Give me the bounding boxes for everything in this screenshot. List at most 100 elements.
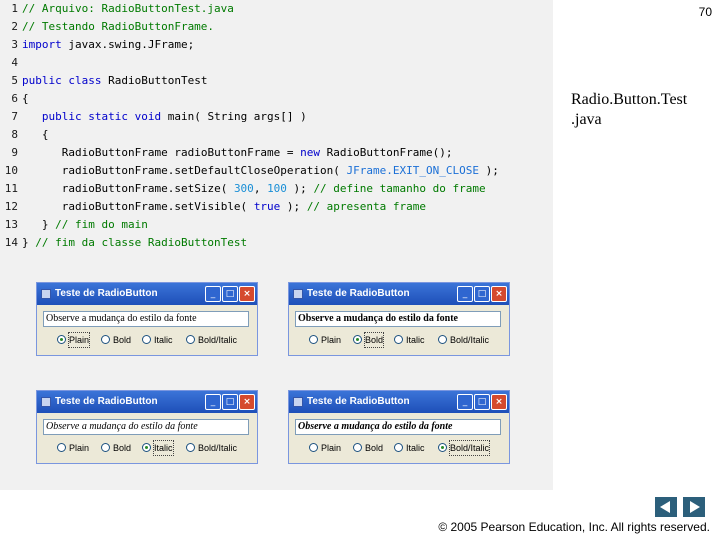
minimize-button[interactable]: _ xyxy=(205,394,221,410)
radio-label: Plain xyxy=(69,443,90,453)
next-slide-button[interactable] xyxy=(683,497,705,517)
code-number: 300 xyxy=(233,182,254,195)
sample-text-field[interactable]: Observe a mudança do estilo da fonte xyxy=(43,419,249,435)
minimize-button[interactable]: _ xyxy=(457,286,473,302)
code-comment: // fim do main xyxy=(55,218,148,231)
code-text: RadioButtonTest xyxy=(101,74,208,87)
java-app-icon xyxy=(293,289,303,299)
line-number: 3 xyxy=(11,38,18,51)
radio-dot-icon xyxy=(309,443,318,452)
window-titlebar[interactable]: Teste de RadioButton _ □ × xyxy=(37,391,257,413)
code-text: RadioButtonFrame radioButtonFrame = xyxy=(61,146,301,159)
code-line-2: 2 // Testando RadioButtonFrame. xyxy=(0,18,214,36)
radio-label: Bold xyxy=(113,443,132,453)
code-comment: // Arquivo: RadioButtonTest.java xyxy=(22,2,234,15)
code-line-10: 10 radioButtonFrame.setDefaultCloseOpera… xyxy=(0,162,499,180)
line-number: 7 xyxy=(11,110,18,123)
code-number: 100 xyxy=(267,182,287,195)
radio-label: Bold/Italic xyxy=(198,443,238,453)
code-line-14: 14} // fim da classe RadioButtonTest xyxy=(0,234,247,252)
radio-label: Bold/Italic xyxy=(450,335,490,345)
radio-label: Italic xyxy=(154,335,173,345)
radio-label: Plain xyxy=(67,332,91,348)
window-titlebar[interactable]: Teste de RadioButton _ □ × xyxy=(289,283,509,305)
window-titlebar[interactable]: Teste de RadioButton _ □ × xyxy=(37,283,257,305)
line-number: 8 xyxy=(11,128,18,141)
code-text: } xyxy=(41,218,56,231)
radio-label: Bold/Italic xyxy=(448,440,491,456)
close-button[interactable]: × xyxy=(239,286,255,302)
maximize-button[interactable]: □ xyxy=(222,394,238,410)
radio-button-window-italic: Teste de RadioButton _ □ × Observe a mud… xyxy=(36,390,258,464)
window-titlebar[interactable]: Teste de RadioButton _ □ × xyxy=(289,391,509,413)
page-number: 70 xyxy=(698,5,712,19)
line-number: 5 xyxy=(11,74,18,87)
code-line-13: 13 } // fim do main xyxy=(0,216,148,234)
close-button[interactable]: × xyxy=(491,394,507,410)
code-text: { xyxy=(22,92,29,105)
sample-text-field[interactable]: Observe a mudança do estilo da fonte xyxy=(43,311,249,327)
code-text: javax.swing.JFrame; xyxy=(61,38,195,51)
radio-dot-icon xyxy=(101,335,110,344)
radio-dot-icon xyxy=(57,335,66,344)
minimize-button[interactable]: _ xyxy=(205,286,221,302)
code-text: RadioButtonFrame(); xyxy=(320,146,453,159)
code-text: radioButtonFrame.setSize( xyxy=(61,182,234,195)
window-title: Teste de RadioButton xyxy=(307,288,410,299)
code-text: } xyxy=(22,236,36,249)
radio-button-window-plain: Teste de RadioButton _ □ × Observe a mud… xyxy=(36,282,258,356)
code-line-12: 12 radioButtonFrame.setVisible( true ); … xyxy=(0,198,426,216)
radio-label: Bold xyxy=(363,332,385,348)
maximize-button[interactable]: □ xyxy=(222,286,238,302)
line-number: 1 xyxy=(11,2,18,15)
line-number: 9 xyxy=(11,146,18,159)
code-text: ); xyxy=(286,182,314,195)
side-title-line-2: .java xyxy=(571,111,602,128)
code-constant: JFrame.EXIT_ON_CLOSE xyxy=(346,164,479,177)
code-line-7: 7 public static void main( String args[]… xyxy=(0,108,307,126)
close-button[interactable]: × xyxy=(239,394,255,410)
code-text: main( String args[] ) xyxy=(161,110,307,123)
window-title: Teste de RadioButton xyxy=(307,396,410,407)
java-app-icon xyxy=(41,397,51,407)
code-keyword: public class xyxy=(22,74,102,87)
line-number: 13 xyxy=(4,218,18,231)
radio-dot-icon xyxy=(309,335,318,344)
code-keyword: new xyxy=(300,146,321,159)
code-line-9: 9 RadioButtonFrame radioButtonFrame = ne… xyxy=(0,144,453,162)
line-number: 2 xyxy=(11,20,18,33)
code-keyword: import xyxy=(22,38,62,51)
font-style-radio-group: Plain Bold Italic Bold/Italic xyxy=(309,440,509,456)
code-line-3: 3 import javax.swing.JFrame; xyxy=(0,36,194,54)
side-title-line-1: Radio.Button.Test xyxy=(571,91,688,108)
sample-text-field[interactable]: Observe a mudança do estilo da fonte xyxy=(295,419,501,435)
code-listing-panel: 1 // Arquivo: RadioButtonTest.java 2 // Te… xyxy=(0,0,553,490)
minimize-button[interactable]: _ xyxy=(457,394,473,410)
slide-side-title: Radio.Button.Test .java xyxy=(571,90,687,130)
radio-label: Italic xyxy=(406,335,425,345)
code-text: { xyxy=(41,128,49,141)
radio-label: Bold xyxy=(113,335,132,345)
radio-label: Bold/Italic xyxy=(198,335,238,345)
radio-dot-icon xyxy=(186,443,195,452)
code-text: ); xyxy=(478,164,499,177)
radio-dot-icon xyxy=(394,443,403,452)
radio-dot-icon xyxy=(57,443,66,452)
radio-dot-icon xyxy=(142,335,151,344)
window-title: Teste de RadioButton xyxy=(55,396,158,407)
radio-label: Italic xyxy=(406,443,425,453)
maximize-button[interactable]: □ xyxy=(474,286,490,302)
previous-slide-button[interactable] xyxy=(655,497,677,517)
maximize-button[interactable]: □ xyxy=(474,394,490,410)
code-line-8: 8 { xyxy=(0,126,49,144)
code-comment: // fim da classe RadioButtonTest xyxy=(35,236,248,249)
line-number: 14 xyxy=(4,236,18,249)
code-line-4: 4 xyxy=(0,54,22,72)
font-style-radio-group: Plain Bold Italic Bold/Italic xyxy=(309,332,509,348)
sample-text-field[interactable]: Observe a mudança do estilo da fonte xyxy=(295,311,501,327)
code-comment: // Testando RadioButtonFrame. xyxy=(22,20,215,33)
radio-dot-icon xyxy=(438,443,447,452)
radio-dot-icon xyxy=(394,335,403,344)
window-title: Teste de RadioButton xyxy=(55,288,158,299)
close-button[interactable]: × xyxy=(491,286,507,302)
